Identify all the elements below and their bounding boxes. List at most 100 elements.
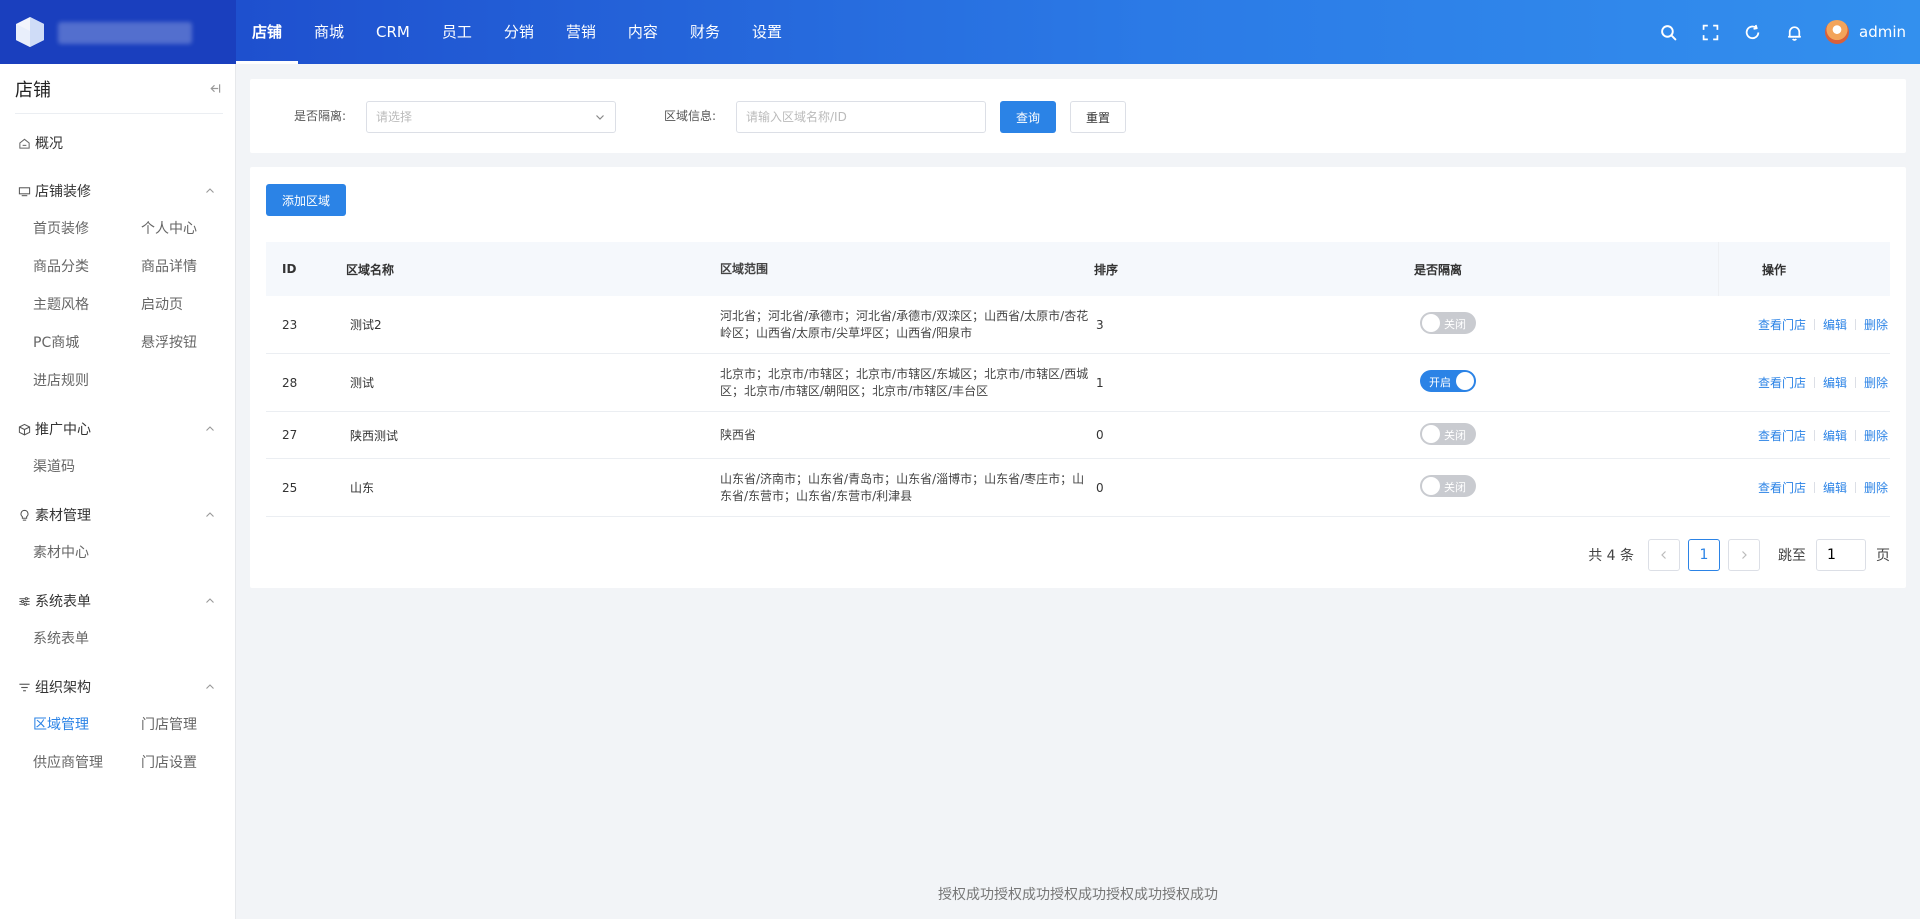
- cell-operations: 查看门店 编辑 删除: [1748, 479, 1890, 496]
- header-divider: [1718, 242, 1719, 296]
- prev-page-button[interactable]: [1648, 539, 1680, 571]
- logo-icon: [16, 17, 44, 47]
- logo-area[interactable]: [0, 0, 236, 64]
- view-stores-link[interactable]: 查看门店: [1758, 429, 1806, 443]
- divider: [1855, 319, 1857, 330]
- sidebar-item[interactable]: 渠道码: [33, 448, 141, 486]
- region-search-input[interactable]: [736, 101, 986, 133]
- delete-link[interactable]: 删除: [1864, 481, 1888, 495]
- sidebar-item[interactable]: 门店设置: [141, 744, 249, 782]
- isolate-toggle[interactable]: 关闭: [1420, 475, 1476, 497]
- sidebar-submenu: 区域管理 门店管理 供应商管理 门店设置: [0, 706, 235, 782]
- chevron-up-icon: [205, 596, 215, 606]
- nav-item-7[interactable]: 财务: [674, 0, 736, 64]
- sidebar-item[interactable]: 启动页: [141, 286, 249, 324]
- region-filter-label: 区域信息:: [664, 109, 717, 123]
- user-menu[interactable]: admin: [1815, 0, 1920, 64]
- cell-id: 27: [282, 428, 298, 442]
- divider: [1814, 319, 1816, 330]
- sidebar-item-overview[interactable]: 概况: [0, 124, 235, 162]
- isolate-select[interactable]: 请选择: [366, 101, 616, 133]
- divider: [1814, 482, 1816, 493]
- sidebar-group-header[interactable]: 店铺装修: [0, 172, 235, 210]
- sidebar-item[interactable]: 首页装修: [33, 210, 141, 248]
- search-icon[interactable]: [1647, 0, 1689, 64]
- bell-icon[interactable]: [1773, 0, 1815, 64]
- isolate-toggle[interactable]: 关闭: [1420, 422, 1476, 445]
- sidebar-title: 店铺: [15, 79, 51, 101]
- cell-operations: 查看门店 编辑 删除: [1748, 427, 1890, 444]
- sidebar-group-label: 系统表单: [35, 594, 91, 610]
- view-stores-link[interactable]: 查看门店: [1758, 481, 1806, 495]
- nav-item-8[interactable]: 设置: [736, 0, 798, 64]
- divider: [1855, 429, 1857, 441]
- avatar: [1825, 20, 1849, 44]
- add-region-button[interactable]: 添加区域: [266, 184, 346, 216]
- nav-item-0[interactable]: 店铺: [236, 0, 299, 64]
- cube-icon: [17, 422, 31, 436]
- collapse-sidebar-icon[interactable]: [205, 80, 223, 98]
- sidebar-item[interactable]: 进店规则: [33, 362, 141, 400]
- cell-sort: 0: [1096, 480, 1104, 495]
- nav-item-3[interactable]: 员工: [426, 0, 488, 64]
- edit-link[interactable]: 编辑: [1823, 376, 1847, 390]
- sidebar-item[interactable]: 供应商管理: [33, 744, 141, 782]
- view-stores-link[interactable]: 查看门店: [1758, 376, 1806, 390]
- sidebar-item[interactable]: 素材中心: [33, 534, 141, 572]
- fullscreen-icon[interactable]: [1689, 0, 1731, 64]
- refresh-icon[interactable]: [1731, 0, 1773, 64]
- sidebar-group-label: 组织架构: [35, 680, 91, 696]
- delete-link[interactable]: 删除: [1864, 318, 1888, 332]
- edit-link[interactable]: 编辑: [1823, 481, 1847, 495]
- edit-link[interactable]: 编辑: [1823, 318, 1847, 332]
- nav-item-1[interactable]: 商城: [298, 0, 360, 64]
- filter-icon: [17, 680, 31, 694]
- view-stores-link[interactable]: 查看门店: [1758, 318, 1806, 332]
- header-sort: 排序: [1094, 262, 1119, 277]
- next-page-button[interactable]: [1728, 539, 1760, 571]
- sidebar-item[interactable]: 商品分类: [33, 248, 141, 286]
- cell-operations: 查看门店 编辑 删除: [1748, 374, 1890, 391]
- nav-item-6[interactable]: 内容: [612, 0, 674, 64]
- bulb-icon: [17, 508, 31, 522]
- region-list-panel: 添加区域 ID 区域名称 区域范围 排序 是否隔离 操作 23 测试2 河北省；河北…: [250, 167, 1906, 588]
- top-nav: 店铺 商城 CRM 员工 分销 营销 内容 财务 设置: [236, 0, 798, 64]
- toggle-label: 开启: [1429, 376, 1451, 389]
- sidebar-item[interactable]: 悬浮按钮: [141, 324, 249, 362]
- sidebar-group-header[interactable]: 素材管理: [0, 496, 235, 534]
- edit-link[interactable]: 编辑: [1823, 429, 1847, 443]
- sidebar-item[interactable]: 系统表单: [33, 620, 141, 658]
- sidebar-item[interactable]: PC商城: [33, 324, 141, 362]
- nav-item-5[interactable]: 营销: [550, 0, 612, 64]
- toggle-knob: [1422, 477, 1440, 495]
- divider: [1814, 377, 1816, 388]
- isolate-toggle[interactable]: 关闭: [1420, 312, 1476, 334]
- isolate-filter-label: 是否隔离:: [294, 109, 347, 123]
- page-1-button[interactable]: 1: [1688, 539, 1720, 571]
- sidebar-group-0: 店铺装修 首页装修 个人中心 商品分类 商品详情 主题风格 启动页 PC商城 悬浮按钮 进店规则: [0, 172, 235, 400]
- nav-item-4[interactable]: 分销: [488, 0, 550, 64]
- sidebar-item[interactable]: 商品详情: [141, 248, 249, 286]
- sidebar-item[interactable]: 主题风格: [33, 286, 141, 324]
- chevron-up-icon: [205, 186, 215, 196]
- sidebar-group-header[interactable]: 组织架构: [0, 668, 235, 706]
- delete-link[interactable]: 删除: [1864, 376, 1888, 390]
- nav-item-2[interactable]: CRM: [360, 0, 426, 64]
- sidebar-group-2: 素材管理 素材中心: [0, 496, 235, 572]
- sidebar-item[interactable]: 门店管理: [141, 706, 249, 744]
- top-bar: 店铺 商城 CRM 员工 分销 营销 内容 财务 设置 admin: [0, 0, 1920, 64]
- sidebar-group-header[interactable]: 推广中心: [0, 410, 235, 448]
- isolate-toggle[interactable]: 开启: [1420, 370, 1476, 392]
- sidebar-group-header[interactable]: 系统表单: [0, 582, 235, 620]
- cell-range: 山东省/济南市；山东省/青岛市；山东省/淄博市；山东省/枣庄市；山东省/东营市；…: [720, 471, 1085, 503]
- sidebar-item[interactable]: 个人中心: [141, 210, 249, 248]
- page-suffix: 页: [1876, 548, 1890, 564]
- reset-button[interactable]: 重置: [1070, 101, 1126, 133]
- toggle-label: 关闭: [1444, 481, 1466, 494]
- footer-text: 授权成功授权成功授权成功授权成功授权成功: [938, 887, 1218, 903]
- query-button[interactable]: 查询: [1000, 101, 1056, 133]
- sidebar-item-label: 概况: [35, 136, 63, 152]
- sidebar-item[interactable]: 区域管理: [33, 706, 141, 744]
- delete-link[interactable]: 删除: [1864, 429, 1888, 443]
- jump-page-input[interactable]: [1816, 539, 1866, 571]
